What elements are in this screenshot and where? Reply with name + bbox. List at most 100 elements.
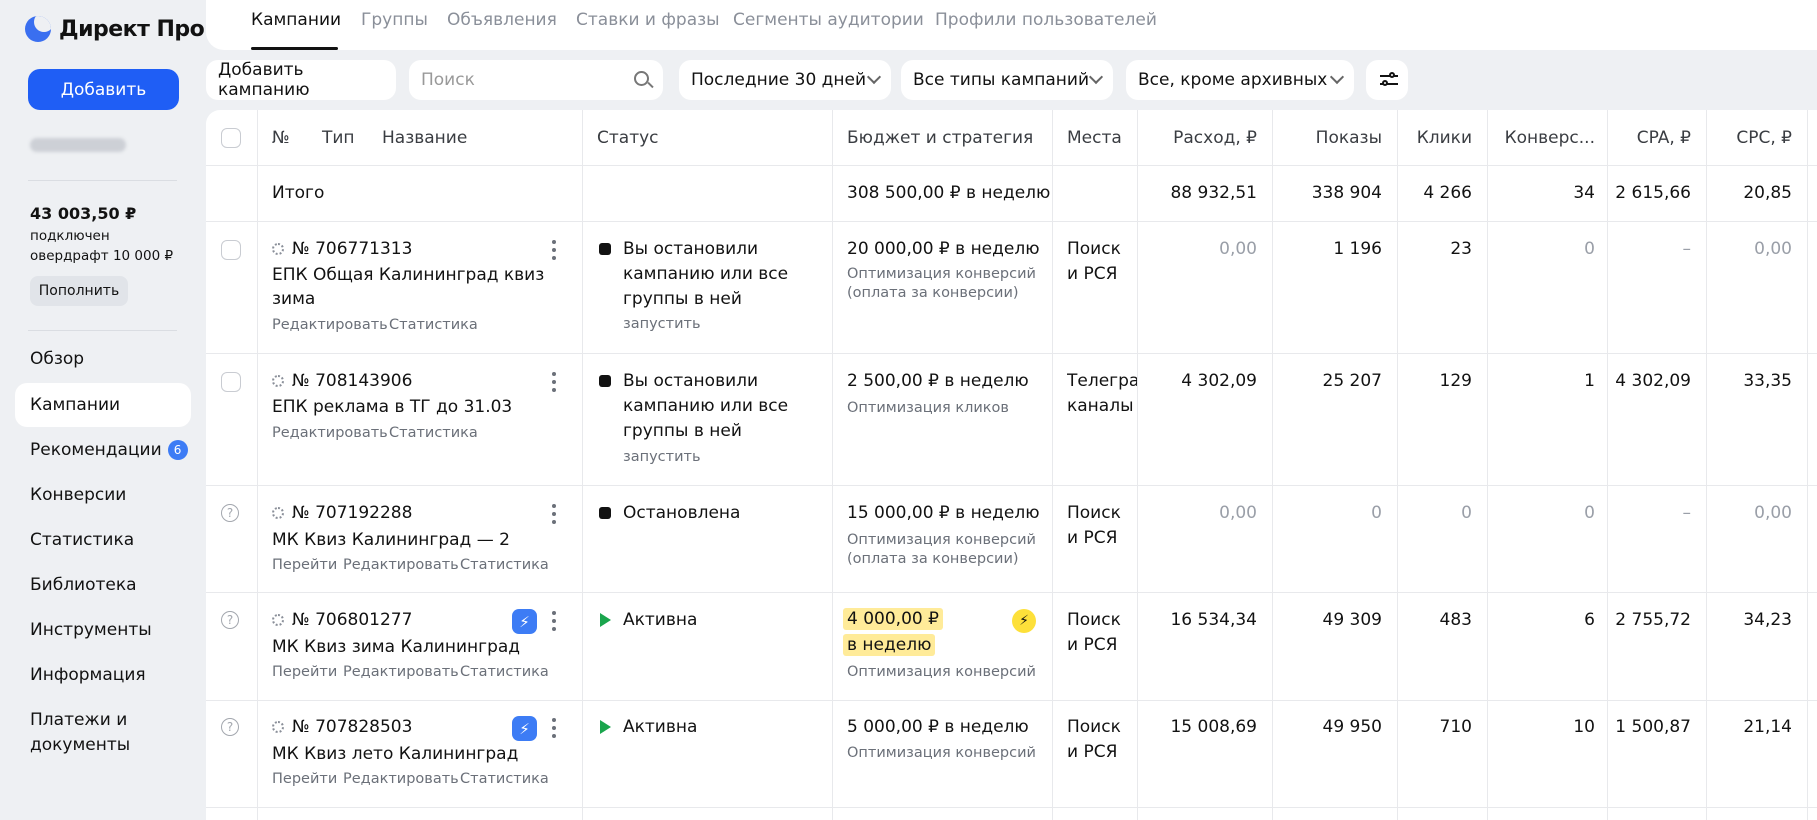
col-budget[interactable]: Бюджет и стратегия <box>847 128 1033 148</box>
campaign-id[interactable]: № 706801277 <box>272 610 412 630</box>
status-text: группы в ней <box>623 421 742 441</box>
more-actions-icon[interactable] <box>552 611 556 631</box>
edit-link[interactable]: Редактировать <box>343 771 459 787</box>
more-actions-icon[interactable] <box>552 504 556 524</box>
launch-link[interactable]: запустить <box>623 449 701 465</box>
clicks: 0 <box>1461 503 1472 523</box>
row-checkbox[interactable] <box>221 372 241 392</box>
nav-information[interactable]: Информация <box>15 653 191 697</box>
conversions: 10 <box>1573 717 1595 737</box>
row-checkbox[interactable] <box>221 240 241 260</box>
edit-link[interactable]: Редактировать <box>272 425 388 441</box>
budget[interactable]: в неделю <box>843 634 936 656</box>
status-text: Остановлена <box>623 503 741 523</box>
campaign-id[interactable]: № 707828503 <box>272 717 412 737</box>
statistics-link[interactable]: Статистика <box>460 557 549 573</box>
nav-conversions[interactable]: Конверсии <box>15 473 191 517</box>
col-conversions[interactable]: Конверс... <box>1487 128 1595 148</box>
help-icon[interactable]: ? <box>221 611 239 629</box>
account-login-blurred <box>30 138 126 152</box>
stopped-status-icon <box>599 507 611 519</box>
select-all-checkbox[interactable] <box>221 128 241 148</box>
cpc: 34,23 <box>1743 610 1792 630</box>
nav-payments[interactable]: Платежи и документы <box>15 707 165 759</box>
tab-campaigns[interactable]: Кампании <box>251 10 341 30</box>
statistics-link[interactable]: Статистика <box>389 425 478 441</box>
edit-link[interactable]: Редактировать <box>272 317 388 333</box>
budget[interactable]: 4 000,00 ₽ <box>843 608 943 630</box>
campaign-id[interactable]: № 708143906 <box>272 371 412 391</box>
col-spend[interactable]: Расход, ₽ <box>1137 128 1257 148</box>
autotargeting-bolt-icon[interactable]: ⚡ <box>512 609 537 634</box>
col-places[interactable]: Места <box>1067 128 1122 148</box>
campaign-name[interactable]: МК Квиз зима Калининград <box>272 637 520 657</box>
statistics-link[interactable]: Статистика <box>460 664 549 680</box>
tab-user-profiles[interactable]: Профили пользователей <box>935 10 1157 30</box>
period-select[interactable]: Последние 30 дней <box>679 60 891 100</box>
nav-tools[interactable]: Инструменты <box>15 608 191 652</box>
nav-campaigns[interactable]: Кампании <box>15 383 191 427</box>
go-link[interactable]: Перейти <box>272 664 337 680</box>
column-settings-button[interactable] <box>1366 60 1408 100</box>
add-button[interactable]: Добавить <box>28 69 179 110</box>
campaign-name[interactable]: МК Квиз Калининград — 2 <box>272 530 510 550</box>
campaign-id[interactable]: № 707192288 <box>272 503 412 523</box>
col-cpa[interactable]: CPA, ₽ <box>1607 128 1691 148</box>
statistics-link[interactable]: Статистика <box>460 771 549 787</box>
cpa: 1 500,87 <box>1615 717 1691 737</box>
chevron-down-icon <box>1329 69 1345 85</box>
col-name[interactable]: Название <box>382 128 467 148</box>
more-actions-icon[interactable] <box>552 372 556 392</box>
places: Поиск <box>1067 610 1121 630</box>
nav-library[interactable]: Библиотека <box>15 563 191 607</box>
more-actions-icon[interactable] <box>552 240 556 260</box>
help-icon[interactable]: ? <box>221 504 239 522</box>
col-type[interactable]: Тип <box>322 128 355 148</box>
budget[interactable]: 15 000,00 ₽ в неделю <box>847 503 1040 523</box>
autotargeting-bolt-icon[interactable]: ⚡ <box>512 716 537 741</box>
campaign-name[interactable]: ЕПК Общая Калининград квиз <box>272 265 544 285</box>
types-label: Все типы кампаний <box>913 70 1090 90</box>
go-link[interactable]: Перейти <box>272 557 337 573</box>
tab-segments[interactable]: Сегменты аудитории <box>733 10 924 30</box>
col-status[interactable]: Статус <box>597 128 659 148</box>
campaign-name-cont[interactable]: зима <box>272 289 315 309</box>
edit-link[interactable]: Редактировать <box>343 557 459 573</box>
cpa: – <box>1682 503 1692 523</box>
strategy: Оптимизация конверсий <box>847 532 1036 548</box>
edit-link[interactable]: Редактировать <box>343 664 459 680</box>
search-input[interactable]: Поиск <box>409 60 663 100</box>
logo-text: Директ Про <box>59 16 205 42</box>
spend: 15 008,69 <box>1170 717 1257 737</box>
places: и РСЯ <box>1067 635 1118 655</box>
statistics-link[interactable]: Статистика <box>389 317 478 333</box>
tab-groups[interactable]: Группы <box>361 10 428 30</box>
more-actions-icon[interactable] <box>552 718 556 738</box>
col-number[interactable]: № <box>272 128 290 148</box>
nav-statistics[interactable]: Статистика <box>15 518 191 562</box>
nav-recommendations[interactable]: Рекомендации 6 <box>15 428 191 472</box>
add-campaign-button[interactable]: Добавить кампанию <box>206 60 396 100</box>
clicks: 129 <box>1439 371 1472 391</box>
go-link[interactable]: Перейти <box>272 771 337 787</box>
budget[interactable]: 20 000,00 ₽ в неделю <box>847 239 1040 259</box>
nav-overview[interactable]: Обзор <box>15 337 191 381</box>
campaign-name[interactable]: ЕПК реклама в ТГ до 31.03 <box>272 397 512 417</box>
col-clicks[interactable]: Клики <box>1397 128 1472 148</box>
campaign-id[interactable]: № 706771313 <box>272 239 412 259</box>
logo[interactable]: Директ Про <box>25 16 205 42</box>
places: и РСЯ <box>1067 528 1118 548</box>
help-icon[interactable]: ? <box>221 718 239 736</box>
tab-bids[interactable]: Ставки и фразы <box>576 10 720 30</box>
col-cpc[interactable]: CPC, ₽ <box>1706 128 1792 148</box>
campaign-name[interactable]: МК Квиз лето Калининград <box>272 744 518 764</box>
budget-bolt-icon[interactable]: ⚡ <box>1012 609 1036 633</box>
launch-link[interactable]: запустить <box>623 316 701 332</box>
archive-filter-select[interactable]: Все, кроме архивных <box>1126 60 1354 100</box>
topup-button[interactable]: Пополнить <box>30 276 128 306</box>
budget[interactable]: 5 000,00 ₽ в неделю <box>847 717 1029 737</box>
col-impressions[interactable]: Показы <box>1272 128 1382 148</box>
budget[interactable]: 2 500,00 ₽ в неделю <box>847 371 1029 391</box>
campaign-types-select[interactable]: Все типы кампаний <box>901 60 1113 100</box>
tab-ads[interactable]: Объявления <box>447 10 557 30</box>
